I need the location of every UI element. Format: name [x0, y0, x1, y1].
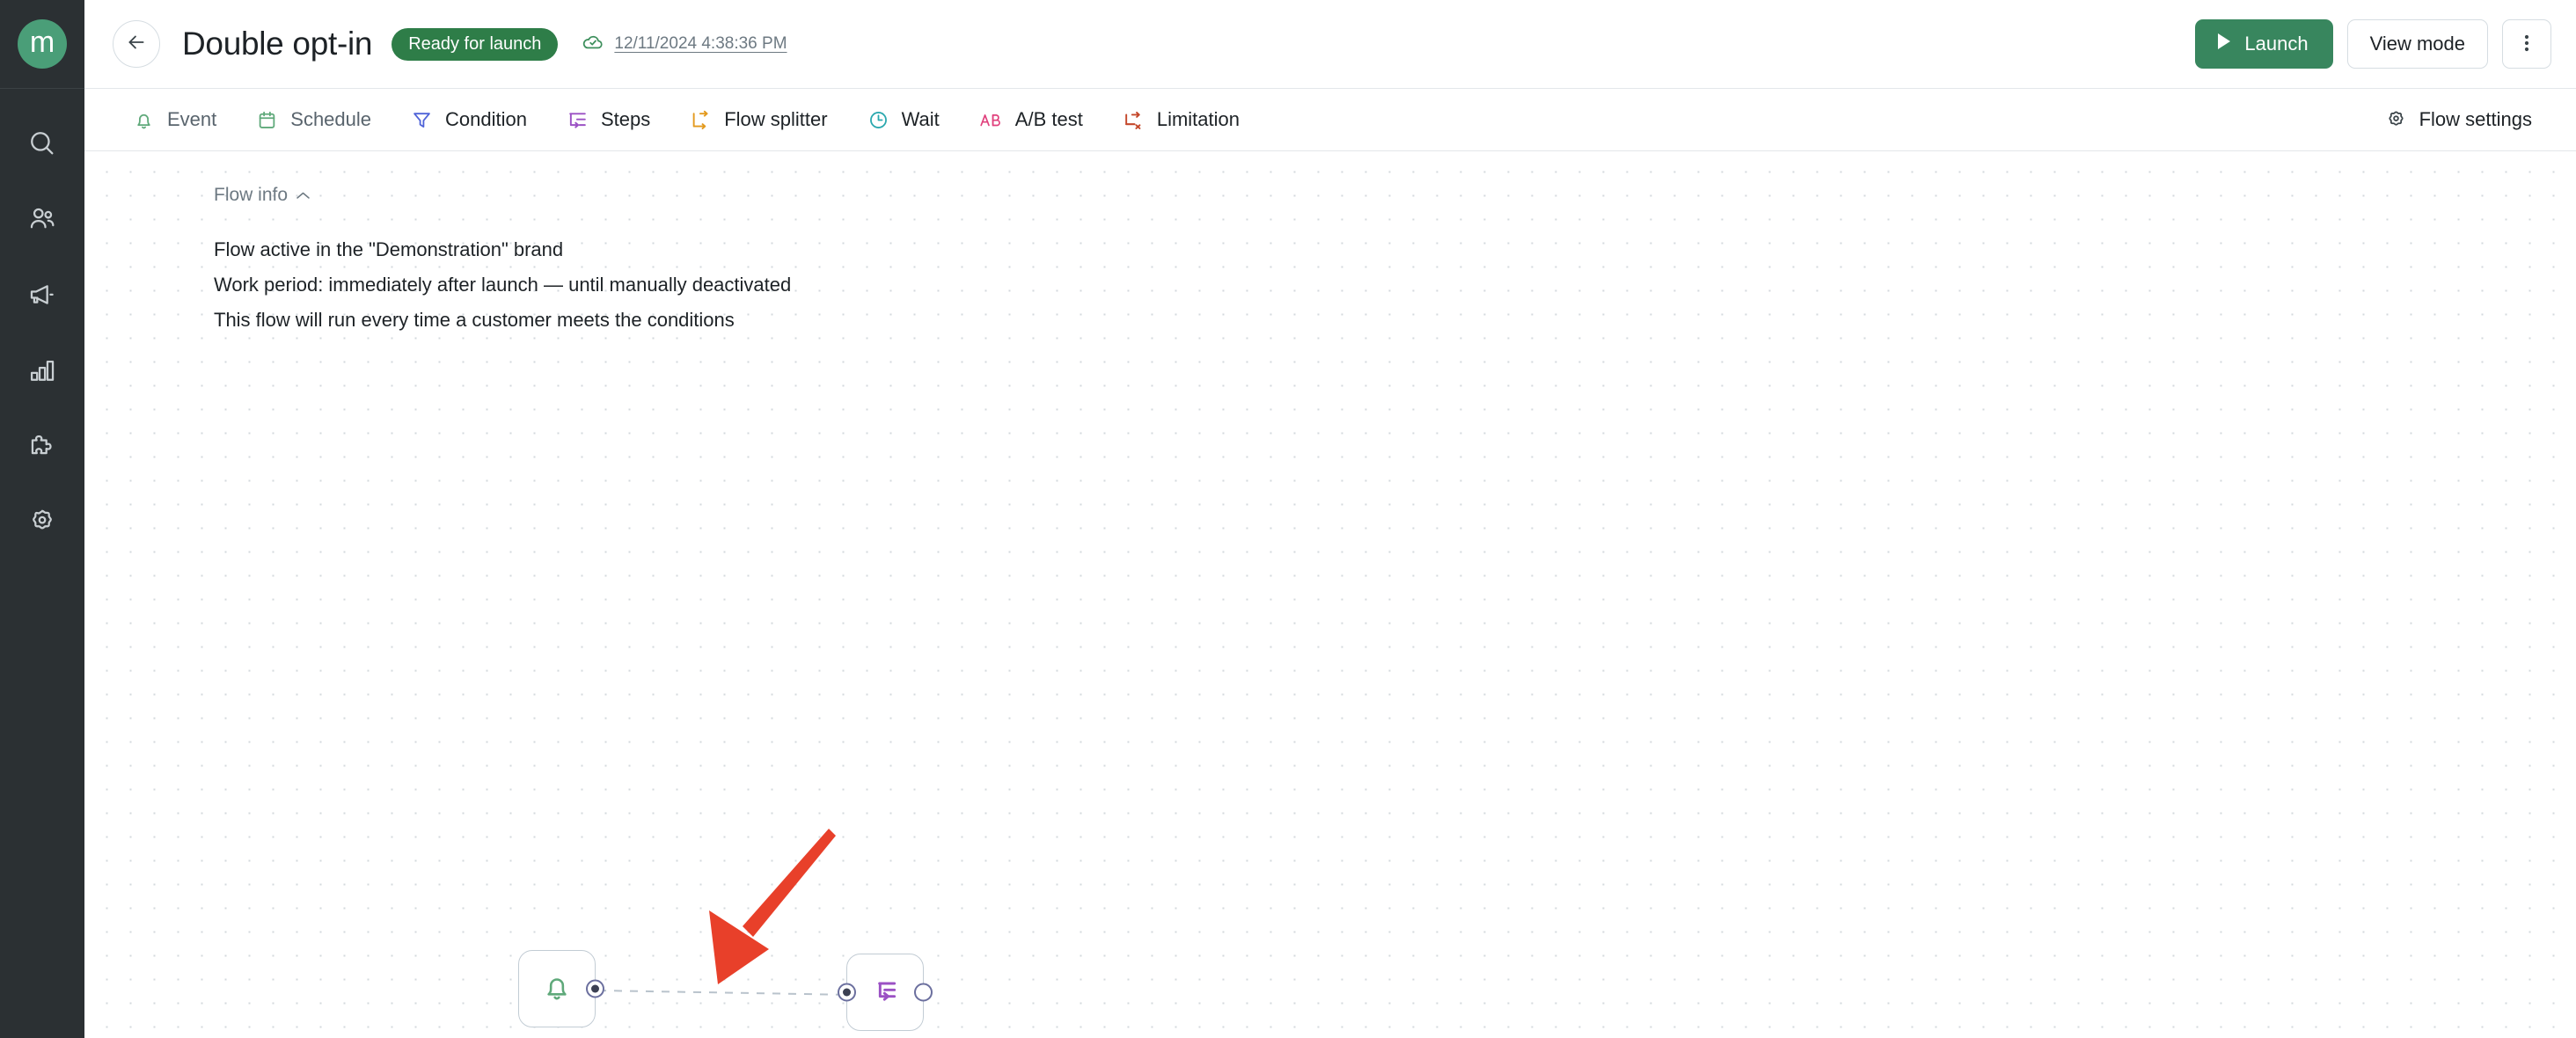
brand-logo[interactable]: m: [0, 0, 84, 89]
flow-info-line: This flow will run every time a customer…: [214, 309, 735, 331]
flow-info-line: Flow active in the "Demonstration" brand: [214, 238, 564, 260]
flow-settings-button[interactable]: Flow settings: [2365, 89, 2551, 150]
flow-info-toggle-label: Flow info: [214, 185, 289, 205]
tool-steps[interactable]: Steps: [546, 89, 670, 150]
node-steps-input-port[interactable]: [838, 983, 856, 1002]
steps-icon: [566, 108, 589, 132]
tool-wait[interactable]: Wait: [847, 89, 959, 150]
logo-badge: m: [18, 19, 67, 69]
tool-ab-test[interactable]: A/B test: [959, 89, 1102, 150]
node-event-output-port[interactable]: [586, 979, 604, 998]
sidebar-item-analytics[interactable]: [14, 346, 70, 395]
kebab-menu-icon: [2524, 33, 2529, 56]
tool-limitation[interactable]: Limitation: [1102, 89, 1259, 150]
settings-icon: [27, 507, 57, 537]
saved-timestamp[interactable]: 12/11/2024 4:38:36 PM: [614, 34, 787, 54]
main-area: Double opt-in Ready for launch 12/11/202…: [84, 0, 2576, 1038]
flow-info-toggle[interactable]: Flow info: [214, 185, 311, 206]
ab-test-icon: [978, 108, 1004, 132]
flow-info-lines: Flow active in the "Demonstration" brand…: [214, 232, 2576, 338]
campaigns-icon: [27, 280, 57, 310]
back-button[interactable]: [113, 20, 160, 68]
left-sidebar: m: [0, 0, 84, 1038]
node-steps[interactable]: [838, 954, 933, 1031]
view-mode-button[interactable]: View mode: [2346, 19, 2488, 69]
more-actions-button[interactable]: [2502, 19, 2551, 69]
play-icon: [2216, 33, 2232, 55]
clock-icon: [867, 108, 890, 132]
flow-canvas[interactable]: Flow info Flow active in the "Demonstrat…: [84, 151, 2576, 1038]
tool-ab-test-label: A/B test: [1014, 108, 1083, 130]
flow-info-panel: Flow info Flow active in the "Demonstrat…: [84, 151, 2576, 338]
node-event[interactable]: [518, 950, 604, 1027]
view-mode-label: View mode: [2369, 33, 2465, 55]
tool-schedule-label: Schedule: [290, 108, 372, 130]
tool-steps-label: Steps: [600, 108, 651, 130]
launch-button[interactable]: Launch: [2195, 19, 2333, 69]
tool-condition[interactable]: Condition: [391, 89, 546, 150]
bell-icon: [539, 969, 574, 1009]
launch-button-label: Launch: [2244, 33, 2309, 55]
sidebar-item-integrations[interactable]: [14, 421, 70, 471]
contacts-icon: [27, 204, 57, 234]
chevron-up-icon: [296, 185, 311, 206]
tool-limitation-label: Limitation: [1156, 108, 1240, 130]
filter-icon: [410, 108, 434, 132]
tool-condition-label: Condition: [445, 108, 527, 130]
sidebar-item-settings[interactable]: [14, 497, 70, 546]
calendar-icon: [255, 108, 279, 132]
bell-icon: [132, 108, 156, 132]
app-root: m Double opt-in Ready for launch 12/11/2…: [0, 0, 2576, 1038]
limitation-icon: [1122, 108, 1145, 132]
sidebar-item-campaigns[interactable]: [14, 270, 70, 319]
steps-icon: [867, 973, 903, 1012]
gear-icon: [2384, 108, 2408, 132]
tool-schedule[interactable]: Schedule: [236, 89, 391, 150]
search-icon: [27, 128, 57, 158]
header-actions: Launch View mode: [2195, 19, 2551, 69]
integrations-icon: [27, 431, 57, 461]
flow-toolbar: Event Schedule Condition Steps Flow spli…: [84, 89, 2576, 151]
flow-settings-label: Flow settings: [2419, 108, 2532, 130]
tool-event-label: Event: [167, 108, 217, 130]
saved-status: 12/11/2024 4:38:36 PM: [581, 30, 787, 59]
analytics-icon: [27, 355, 57, 385]
cloud-check-icon: [581, 30, 605, 59]
tool-flow-splitter[interactable]: Flow splitter: [670, 89, 846, 150]
tool-event[interactable]: Event: [113, 89, 236, 150]
flow-info-line: Work period: immediately after launch — …: [214, 274, 792, 296]
page-title: Double opt-in: [182, 26, 373, 62]
annotation-arrow-icon: [709, 829, 836, 984]
sidebar-items: [14, 89, 70, 546]
flow-splitter-icon: [689, 108, 713, 132]
connector-event-to-steps: [597, 990, 856, 996]
sidebar-item-contacts[interactable]: [14, 194, 70, 244]
arrow-left-icon: [125, 31, 148, 58]
tool-wait-label: Wait: [901, 108, 940, 130]
status-badge: Ready for launch: [392, 27, 559, 61]
sidebar-item-search[interactable]: [14, 119, 70, 168]
node-steps-output-port[interactable]: [914, 983, 933, 1002]
page-header: Double opt-in Ready for launch 12/11/202…: [84, 0, 2576, 89]
tool-flow-splitter-label: Flow splitter: [724, 108, 828, 130]
